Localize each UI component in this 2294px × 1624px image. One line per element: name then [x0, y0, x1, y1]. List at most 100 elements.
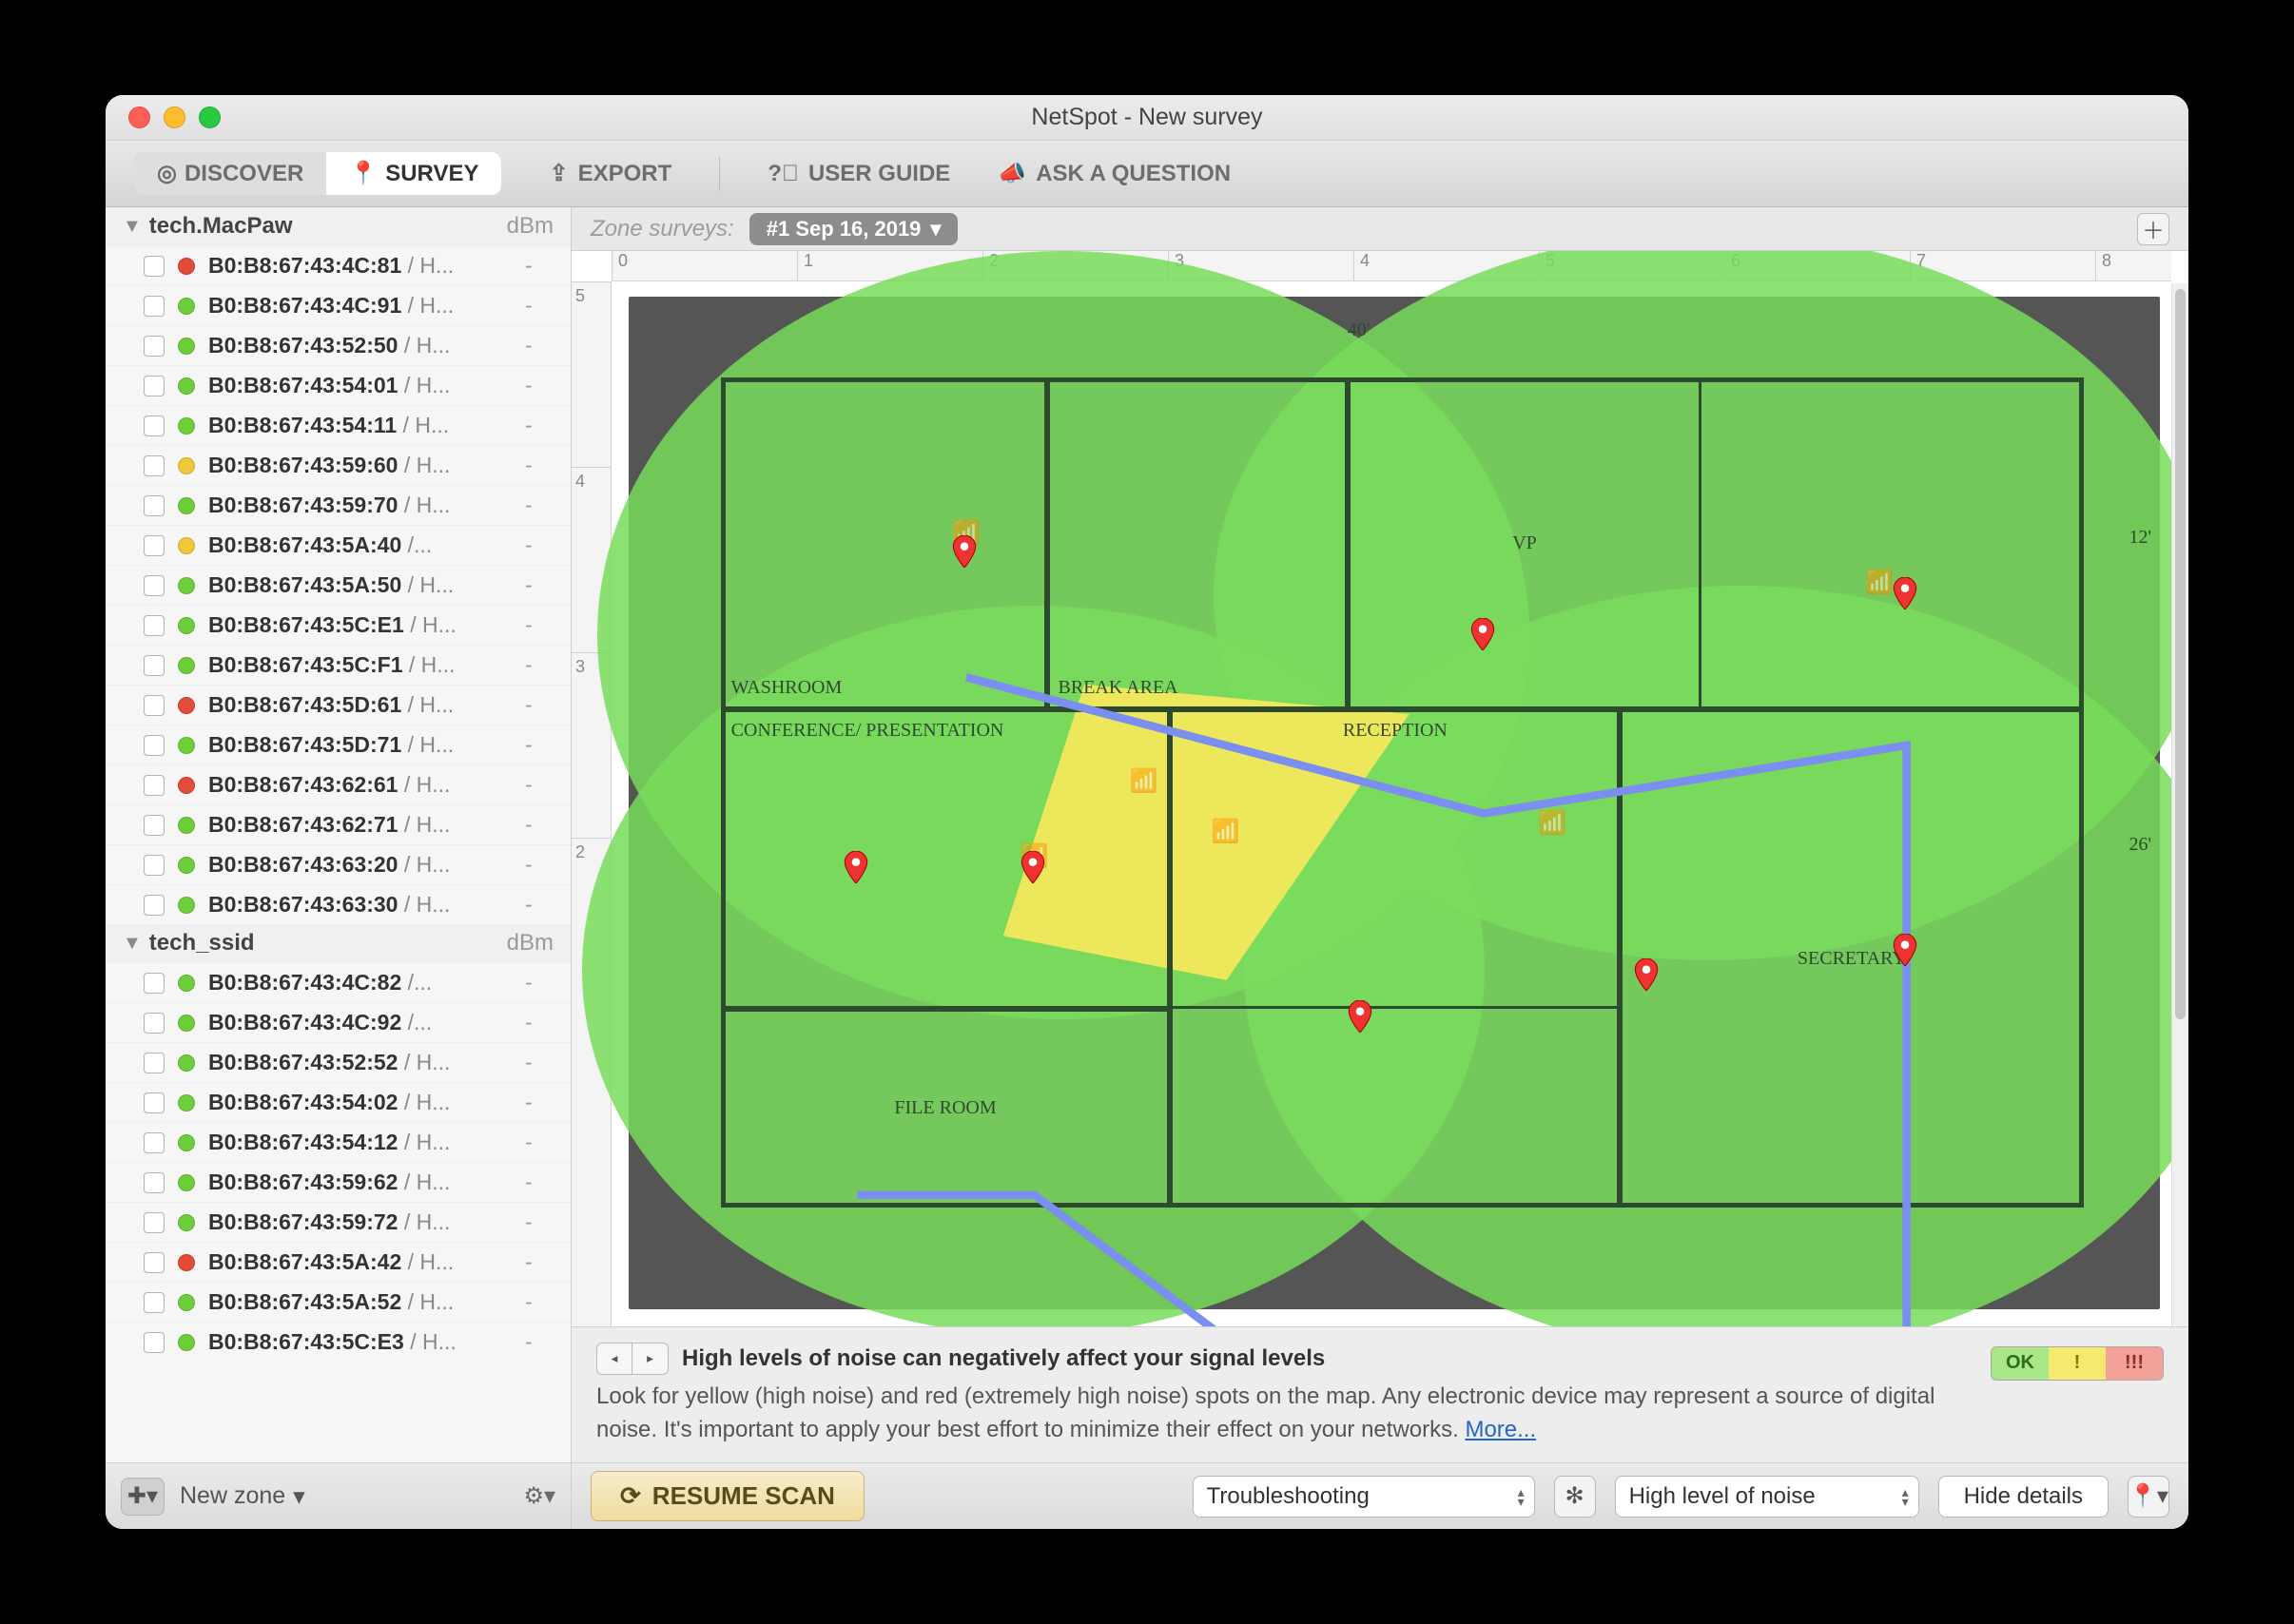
disclosure-icon: ▼ — [123, 216, 142, 238]
network-checkbox[interactable] — [144, 1013, 165, 1034]
network-checkbox[interactable] — [144, 815, 165, 836]
network-group-header[interactable]: ▼tech_ssiddBm — [106, 924, 571, 962]
network-row[interactable]: B0:B8:67:43:5C:E1 / H...- — [106, 605, 571, 645]
network-group-header[interactable]: ▼tech.MacPawdBm — [106, 207, 571, 245]
survey-point-pin[interactable] — [1348, 1000, 1372, 1025]
chevron-down-icon: ▾ — [930, 217, 941, 242]
survey-point-pin[interactable] — [844, 851, 868, 876]
network-checkbox[interactable] — [144, 1252, 165, 1273]
network-row[interactable]: B0:B8:67:43:4C:92 /...- — [106, 1002, 571, 1042]
close-icon[interactable] — [128, 106, 150, 128]
survey-point-pin[interactable] — [1021, 851, 1045, 876]
network-row[interactable]: B0:B8:67:43:5C:F1 / H...- — [106, 645, 571, 685]
resume-scan-button[interactable]: ⟳RESUME SCAN — [591, 1471, 865, 1521]
new-zone-dropdown[interactable]: New zone ▾ — [180, 1482, 305, 1511]
bottom-toolbar: ⟳RESUME SCAN Troubleshooting▴▾ ✻ High le… — [572, 1462, 2188, 1529]
network-row[interactable]: B0:B8:67:43:59:70 / H...- — [106, 485, 571, 525]
network-row[interactable]: B0:B8:67:43:63:20 / H...- — [106, 844, 571, 884]
network-row[interactable]: B0:B8:67:43:54:11 / H...- — [106, 405, 571, 445]
survey-point-pin[interactable] — [1634, 958, 1659, 983]
network-row[interactable]: B0:B8:67:43:54:12 / H...- — [106, 1122, 571, 1162]
network-checkbox[interactable] — [144, 895, 165, 916]
metric-select[interactable]: High level of noise▴▾ — [1615, 1476, 1919, 1518]
network-row[interactable]: B0:B8:67:43:5A:50 / H...- — [106, 565, 571, 605]
network-checkbox[interactable] — [144, 775, 165, 796]
network-checkbox[interactable] — [144, 855, 165, 876]
export-button[interactable]: ⇪ EXPORT — [549, 160, 671, 187]
network-row[interactable]: B0:B8:67:43:54:01 / H...- — [106, 365, 571, 405]
network-row[interactable]: B0:B8:67:43:5D:61 / H...- — [106, 685, 571, 725]
network-row[interactable]: B0:B8:67:43:59:60 / H...- — [106, 445, 571, 485]
network-row[interactable]: B0:B8:67:43:4C:82 /...- — [106, 962, 571, 1002]
network-row[interactable]: B0:B8:67:43:59:62 / H...- — [106, 1162, 571, 1202]
disclosure-icon: ▼ — [123, 933, 142, 955]
network-checkbox[interactable] — [144, 735, 165, 756]
signal-status-dot — [178, 1015, 195, 1032]
zoom-icon[interactable] — [199, 106, 221, 128]
tip-prev-button[interactable]: ◂ — [596, 1343, 632, 1375]
network-row[interactable]: B0:B8:67:43:5C:E3 / H...- — [106, 1322, 571, 1362]
discover-tab[interactable]: ◎ DISCOVER — [134, 152, 326, 195]
network-checkbox[interactable] — [144, 615, 165, 636]
room-office — [1701, 377, 2083, 709]
tip-more-link[interactable]: More... — [1465, 1417, 1536, 1442]
user-guide-button[interactable]: ?⃝ USER GUIDE — [768, 161, 950, 187]
network-checkbox[interactable] — [144, 416, 165, 436]
mode-select[interactable]: Troubleshooting▴▾ — [1193, 1476, 1535, 1518]
survey-tab[interactable]: 📍 SURVEY — [326, 152, 501, 195]
network-row[interactable]: B0:B8:67:43:62:71 / H...- — [106, 804, 571, 844]
vertical-scrollbar[interactable] — [2171, 283, 2188, 1326]
ask-question-button[interactable]: 📣 ASK A QUESTION — [998, 160, 1231, 187]
signal-status-dot — [178, 1254, 195, 1271]
network-list[interactable]: ▼tech.MacPawdBmB0:B8:67:43:4C:81 / H...-… — [106, 207, 571, 1462]
network-checkbox[interactable] — [144, 256, 165, 277]
add-survey-button[interactable]: ＋ — [2137, 213, 2169, 245]
network-checkbox[interactable] — [144, 296, 165, 317]
network-checkbox[interactable] — [144, 655, 165, 676]
network-checkbox[interactable] — [144, 1292, 165, 1313]
network-row[interactable]: B0:B8:67:43:54:02 / H...- — [106, 1082, 571, 1122]
add-button[interactable]: ✚▾ — [121, 1478, 165, 1516]
network-row[interactable]: B0:B8:67:43:4C:91 / H...- — [106, 285, 571, 325]
signal-status-dot — [178, 1214, 195, 1231]
network-checkbox[interactable] — [144, 1092, 165, 1113]
network-checkbox[interactable] — [144, 1053, 165, 1073]
network-row[interactable]: B0:B8:67:43:52:52 / H...- — [106, 1042, 571, 1082]
survey-point-pin[interactable] — [952, 535, 977, 560]
locate-button[interactable]: 📍▾ — [2128, 1476, 2169, 1518]
network-checkbox[interactable] — [144, 575, 165, 596]
signal-status-dot — [178, 457, 195, 474]
network-checkbox[interactable] — [144, 535, 165, 556]
network-checkbox[interactable] — [144, 973, 165, 994]
network-row[interactable]: B0:B8:67:43:52:50 / H...- — [106, 325, 571, 365]
network-checkbox[interactable] — [144, 1172, 165, 1193]
network-checkbox[interactable] — [144, 336, 165, 357]
network-row[interactable]: B0:B8:67:43:63:30 / H...- — [106, 884, 571, 924]
network-row[interactable]: B0:B8:67:43:5D:71 / H...- — [106, 725, 571, 764]
network-row[interactable]: B0:B8:67:43:5A:42 / H...- — [106, 1242, 571, 1282]
network-row[interactable]: B0:B8:67:43:4C:81 / H...- — [106, 245, 571, 285]
network-checkbox[interactable] — [144, 1332, 165, 1353]
room-vp: VP — [1348, 377, 1702, 709]
network-row[interactable]: B0:B8:67:43:59:72 / H...- — [106, 1202, 571, 1242]
network-checkbox[interactable] — [144, 1212, 165, 1233]
network-checkbox[interactable] — [144, 695, 165, 716]
minimize-icon[interactable] — [164, 106, 185, 128]
gear-icon[interactable]: ⚙︎▾ — [523, 1482, 555, 1510]
config-button[interactable]: ✻ — [1554, 1476, 1596, 1518]
network-checkbox[interactable] — [144, 376, 165, 396]
network-row[interactable]: B0:B8:67:43:5A:52 / H...- — [106, 1282, 571, 1322]
survey-point-pin[interactable] — [1893, 577, 1917, 602]
tip-next-button[interactable]: ▸ — [632, 1343, 669, 1375]
survey-point-pin[interactable] — [1470, 618, 1495, 643]
network-checkbox[interactable] — [144, 495, 165, 516]
network-row[interactable]: B0:B8:67:43:5A:40 /...- — [106, 525, 571, 565]
updown-icon: ▴▾ — [1518, 1487, 1525, 1506]
network-checkbox[interactable] — [144, 1132, 165, 1153]
network-checkbox[interactable] — [144, 455, 165, 476]
network-row[interactable]: B0:B8:67:43:62:61 / H...- — [106, 764, 571, 804]
heatmap-canvas[interactable]: 012345678 5432 40' 12' 26' — [572, 251, 2188, 1326]
zone-selected-pill[interactable]: #1 Sep 16, 2019▾ — [749, 213, 959, 245]
survey-point-pin[interactable] — [1893, 934, 1917, 958]
hide-details-button[interactable]: Hide details — [1938, 1476, 2109, 1518]
